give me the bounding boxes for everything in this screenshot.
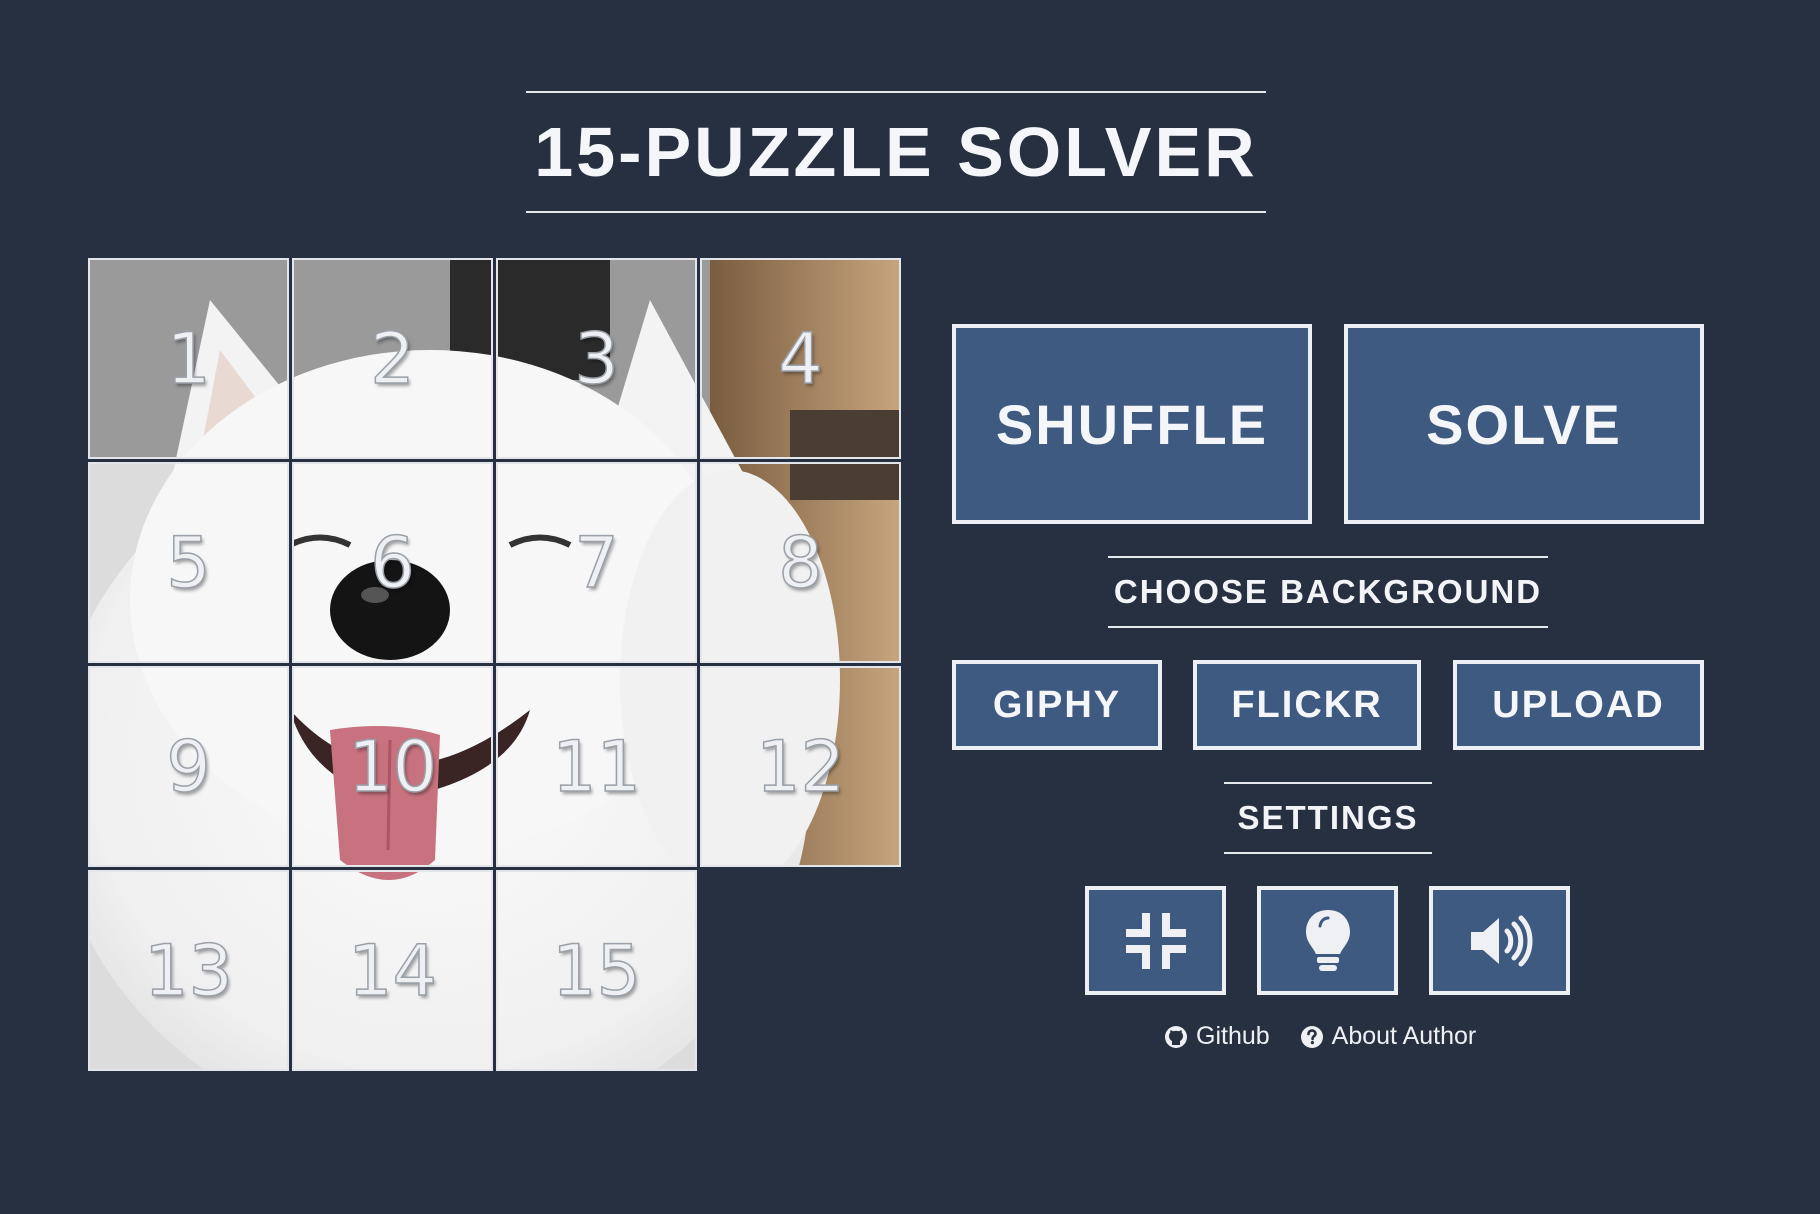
tile-number: 8: [777, 521, 823, 605]
puzzle-tile[interactable]: 1: [88, 258, 289, 459]
github-link[interactable]: Github: [1164, 1022, 1270, 1051]
question-circle-icon: [1300, 1025, 1323, 1048]
puzzle-tile[interactable]: 4: [700, 258, 901, 459]
compress-icon: [1125, 912, 1186, 969]
tile-number: 1: [165, 317, 211, 401]
shuffle-button[interactable]: SHUFFLE: [952, 324, 1312, 524]
tile-number: 13: [143, 929, 234, 1013]
puzzle-tile[interactable]: 7: [496, 462, 697, 663]
puzzle-tile[interactable]: 12: [700, 666, 901, 867]
tile-number: 5: [165, 521, 211, 605]
puzzle-tile[interactable]: 8: [700, 462, 901, 663]
solve-button[interactable]: SOLVE: [1344, 324, 1704, 524]
title-banner: 15-PUZZLE SOLVER: [526, 91, 1266, 213]
lightbulb-icon: [1305, 909, 1350, 971]
tile-number: 15: [551, 929, 642, 1013]
puzzle-tile[interactable]: 9: [88, 666, 289, 867]
sound-button[interactable]: [1429, 886, 1570, 995]
about-author-label: About Author: [1331, 1022, 1477, 1050]
puzzle-tile[interactable]: 10: [292, 666, 493, 867]
giphy-button[interactable]: GIPHY: [952, 660, 1162, 750]
tile-number: 4: [777, 317, 823, 401]
fullscreen-button[interactable]: [1085, 886, 1226, 995]
tile-number: 7: [573, 521, 619, 605]
tile-number: 10: [347, 725, 438, 809]
hint-button[interactable]: [1257, 886, 1398, 995]
about-author-link[interactable]: About Author: [1300, 1022, 1477, 1051]
puzzle-tile[interactable]: 6: [292, 462, 493, 663]
puzzle-tile[interactable]: 3: [496, 258, 697, 459]
puzzle-board: 1 2 3 4 5 6 7 8 9 10 11 12 13 14 15: [88, 258, 904, 1074]
page-title: 15-PUZZLE SOLVER: [534, 113, 1258, 191]
volume-icon: [1470, 915, 1532, 966]
tile-number: 3: [573, 317, 619, 401]
choose-background-heading: CHOOSE BACKGROUND: [1108, 556, 1548, 628]
tile-number: 9: [165, 725, 211, 809]
puzzle-tile[interactable]: 5: [88, 462, 289, 663]
tile-number: 11: [551, 725, 642, 809]
footer-links: Github About Author: [1164, 1022, 1476, 1051]
puzzle-tile[interactable]: 14: [292, 870, 493, 1071]
settings-heading: SETTINGS: [1224, 782, 1432, 854]
puzzle-tile[interactable]: 15: [496, 870, 697, 1071]
tile-number: 2: [369, 317, 415, 401]
github-label: Github: [1196, 1022, 1270, 1050]
tile-number: 6: [369, 521, 415, 605]
upload-button[interactable]: UPLOAD: [1453, 660, 1704, 750]
flickr-button[interactable]: FLICKR: [1193, 660, 1421, 750]
tile-number: 14: [347, 929, 438, 1013]
puzzle-tile[interactable]: 2: [292, 258, 493, 459]
github-icon: [1165, 1025, 1187, 1048]
puzzle-tile[interactable]: 11: [496, 666, 697, 867]
app-root: 15-PUZZLE SOLVER 1 2 3 4 5 6 7 8 9 10 11 12 13 14 15 S…: [0, 0, 1820, 1214]
puzzle-tile[interactable]: 13: [88, 870, 289, 1071]
tile-number: 12: [755, 725, 846, 809]
